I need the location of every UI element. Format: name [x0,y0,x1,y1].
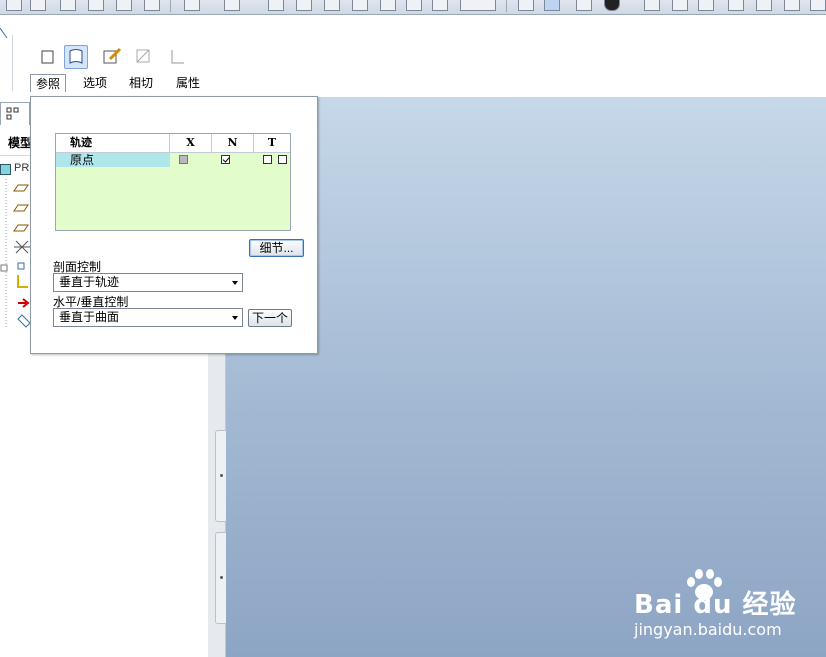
tab-references[interactable]: 参照 [30,74,66,92]
trajectory-table: 轨迹 X N T 原点 [55,133,291,231]
toolbar-icon[interactable] [6,0,22,11]
watermark-url: jingyan.baidu.com [634,620,782,639]
toolbar-icon[interactable] [30,0,46,11]
axis-icon [17,275,28,288]
toolbar-icon[interactable] [116,0,132,11]
toolbar-icon[interactable] [810,0,826,11]
toolbar-icon[interactable] [60,0,76,11]
next-button[interactable]: 下一个 [248,309,292,327]
n-checkbox[interactable] [221,155,230,164]
model-tree-title: 模型 [8,136,33,150]
toolbar-icon[interactable] [380,0,396,11]
toolbar-icon[interactable] [406,0,422,11]
toolbar-icon[interactable] [268,0,284,11]
toolbar-icon[interactable] [88,0,104,11]
table-header-row: 轨迹 X N T [56,134,290,153]
toolbar-icon[interactable] [460,0,496,11]
undo-icon[interactable] [184,0,200,11]
model-tree-tab-button[interactable] [0,102,30,125]
t-checkbox[interactable] [263,155,272,164]
header-x: X [170,134,212,152]
splitter-grip-top[interactable] [215,430,226,522]
toolbar-icon[interactable] [352,0,368,11]
t-checkbox-2[interactable] [278,155,287,164]
section-control-label: 剖面控制 [53,260,102,274]
toolbar-icon[interactable] [296,0,312,11]
binoculars-icon[interactable] [432,0,448,11]
toolbar-icon[interactable] [756,0,772,11]
solid-icon [41,50,54,64]
thicken-button[interactable] [166,45,190,69]
table-row[interactable]: 原点 [56,153,290,167]
tab-options[interactable]: 选项 [78,74,112,92]
toolbar-icon[interactable] [518,0,534,11]
redo-icon[interactable] [224,0,240,11]
sweep-feature-icon [17,314,31,328]
insert-here-icon [18,298,30,308]
toolbar-icon[interactable] [784,0,800,11]
sphere-icon[interactable] [604,0,620,11]
chevron-down-icon [232,281,238,285]
remove-material-icon [136,49,150,63]
model-tree-items [0,179,31,329]
model-tree-root[interactable]: PR [14,162,29,174]
part-icon [0,164,11,175]
toolbar-icon[interactable] [544,0,560,11]
dashboard-edge-icon [0,27,8,39]
refit-icon[interactable] [698,0,714,11]
dashboard-divider [12,35,13,91]
splitter-grip-bottom[interactable] [215,532,226,624]
tab-tangency[interactable]: 相切 [124,74,158,92]
toolbar-separator [170,0,171,12]
tab-properties[interactable]: 属性 [171,74,205,92]
thicken-icon [171,50,184,64]
header-n: N [212,134,254,152]
datum-plane-icon [13,224,29,232]
details-button[interactable]: 细节... [249,239,304,257]
datum-plane-icon [13,184,29,192]
model-tree-icon [6,107,19,120]
coordinate-system-icon [14,240,30,254]
header-trajectory: 轨迹 [56,134,170,152]
toolbar-icon[interactable] [324,0,340,11]
header-t: T [267,136,277,149]
x-checkbox[interactable] [179,155,188,164]
toolbar-icon[interactable] [144,0,160,11]
chevron-down-icon [232,316,238,320]
expand-icon [0,264,8,272]
watermark-brand: Bai du 经验 [634,590,797,620]
surface-icon [69,49,83,64]
sketch-button[interactable] [100,45,124,69]
surface-button[interactable] [64,45,88,69]
datum-plane-icon [13,204,29,212]
sketch-feature-icon [17,262,25,270]
toolbar-icon[interactable] [576,0,592,11]
zoom-in-icon[interactable] [644,0,660,11]
references-panel: 轨迹 X N T 原点 细节... 剖面控制 垂直于轨迹 水平/垂直控制 垂直于… [30,96,318,354]
baidu-watermark: Bai du 经验 jingyan.baidu.com [634,568,814,642]
section-control-value: 垂直于轨迹 [59,275,120,289]
zoom-out-icon[interactable] [672,0,688,11]
hv-control-value: 垂直于曲面 [59,310,120,324]
feature-dashboard: 参照 选项 相切 属性 [0,15,826,98]
toolbar-icon[interactable] [728,0,744,11]
sketch-icon [103,47,122,64]
remove-material-button[interactable] [132,45,156,69]
section-control-select[interactable]: 垂直于轨迹 [53,273,243,292]
hv-control-label: 水平/垂直控制 [53,295,129,309]
top-toolbar [0,0,826,15]
hv-control-select[interactable]: 垂直于曲面 [53,308,243,327]
solid-button[interactable] [36,45,60,69]
toolbar-separator [506,0,507,12]
trajectory-name-cell[interactable]: 原点 [56,153,170,167]
